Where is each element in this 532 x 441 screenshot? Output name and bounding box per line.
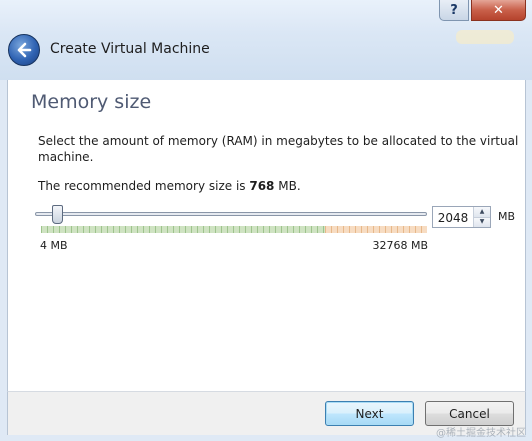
memory-input[interactable] (433, 207, 473, 227)
slider-thumb[interactable] (52, 205, 63, 224)
spin-buttons: ▲ ▼ (473, 207, 490, 227)
recommend-value: 768 (249, 179, 275, 193)
memory-spinbox[interactable]: ▲ ▼ (432, 206, 491, 228)
cancel-button[interactable]: Cancel (425, 401, 514, 426)
spin-down-icon[interactable]: ▼ (474, 217, 490, 227)
page-description: Select the amount of memory (RAM) in meg… (38, 134, 519, 164)
slider-warning-range (325, 226, 427, 233)
recommend-suffix: MB. (274, 179, 301, 193)
memory-slider[interactable]: 4 MB 32768 MB (33, 204, 428, 252)
slider-scale (41, 226, 427, 233)
back-button[interactable] (8, 34, 40, 66)
page-heading: Memory size (31, 91, 152, 113)
recommended-memory-text: The recommended memory size is 768 MB. (38, 179, 301, 193)
slider-max-label: 32768 MB (372, 239, 428, 252)
slider-safe-range (41, 226, 325, 233)
recommend-prefix: The recommended memory size is (38, 179, 250, 193)
spin-up-icon[interactable]: ▲ (474, 207, 490, 218)
header-decoration (456, 30, 514, 44)
help-button[interactable]: ? (439, 0, 469, 21)
close-button[interactable]: ✕ (471, 0, 526, 21)
slider-track[interactable] (35, 212, 427, 216)
slider-min-label: 4 MB (40, 239, 68, 252)
watermark: @稀土掘金技术社区 (436, 428, 526, 439)
wizard-page: Memory size Select the amount of memory … (7, 80, 526, 391)
next-button[interactable]: Next (325, 401, 414, 426)
window-controls: ? ✕ (439, 0, 532, 22)
back-arrow-icon (17, 42, 32, 58)
window-title: Create Virtual Machine (50, 41, 210, 57)
memory-unit-label: MB (498, 210, 516, 223)
